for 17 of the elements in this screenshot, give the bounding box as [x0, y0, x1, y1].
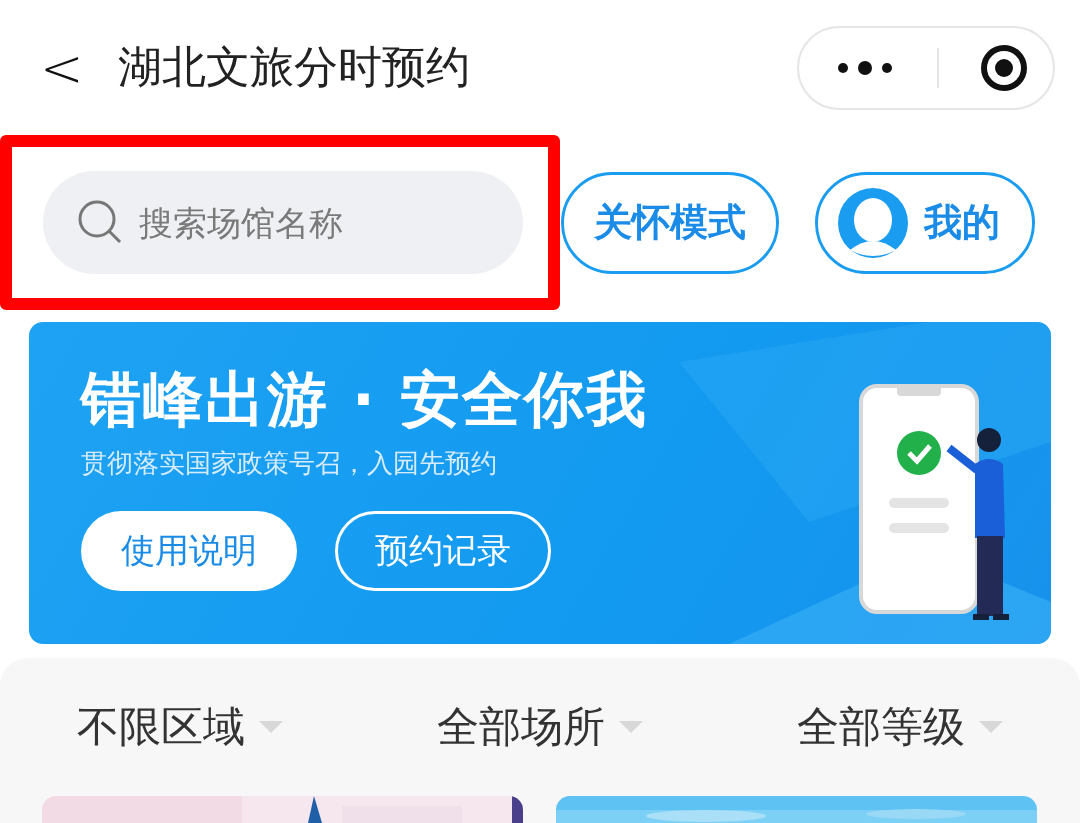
caret-icon [619, 721, 643, 733]
search-icon [77, 199, 123, 245]
caret-icon [259, 721, 283, 733]
instructions-button[interactable]: 使用说明 [81, 511, 297, 591]
page-title: 湖北文旅分时预约 [118, 40, 471, 94]
filter-dropdown[interactable]: 全部等级 [720, 698, 1080, 756]
caret-icon [979, 721, 1003, 733]
filter-dropdown[interactable]: 不限区域 [0, 698, 360, 756]
care-mode-button[interactable]: 关怀模式 [561, 171, 779, 274]
filter-dropdown[interactable]: 全部场所 [360, 698, 720, 756]
search-field[interactable]: 搜索场馆名称 [43, 171, 523, 274]
banner-headline: 错峰出游 · 安全你我 [81, 366, 648, 432]
more-icon[interactable] [837, 59, 893, 76]
avatar-icon [838, 187, 908, 258]
back-button[interactable]: < [40, 41, 80, 94]
banner-subtitle: 贯彻落实国家政策号召，入园先预约 [81, 447, 497, 480]
profile-button[interactable]: 我的 [815, 171, 1035, 274]
